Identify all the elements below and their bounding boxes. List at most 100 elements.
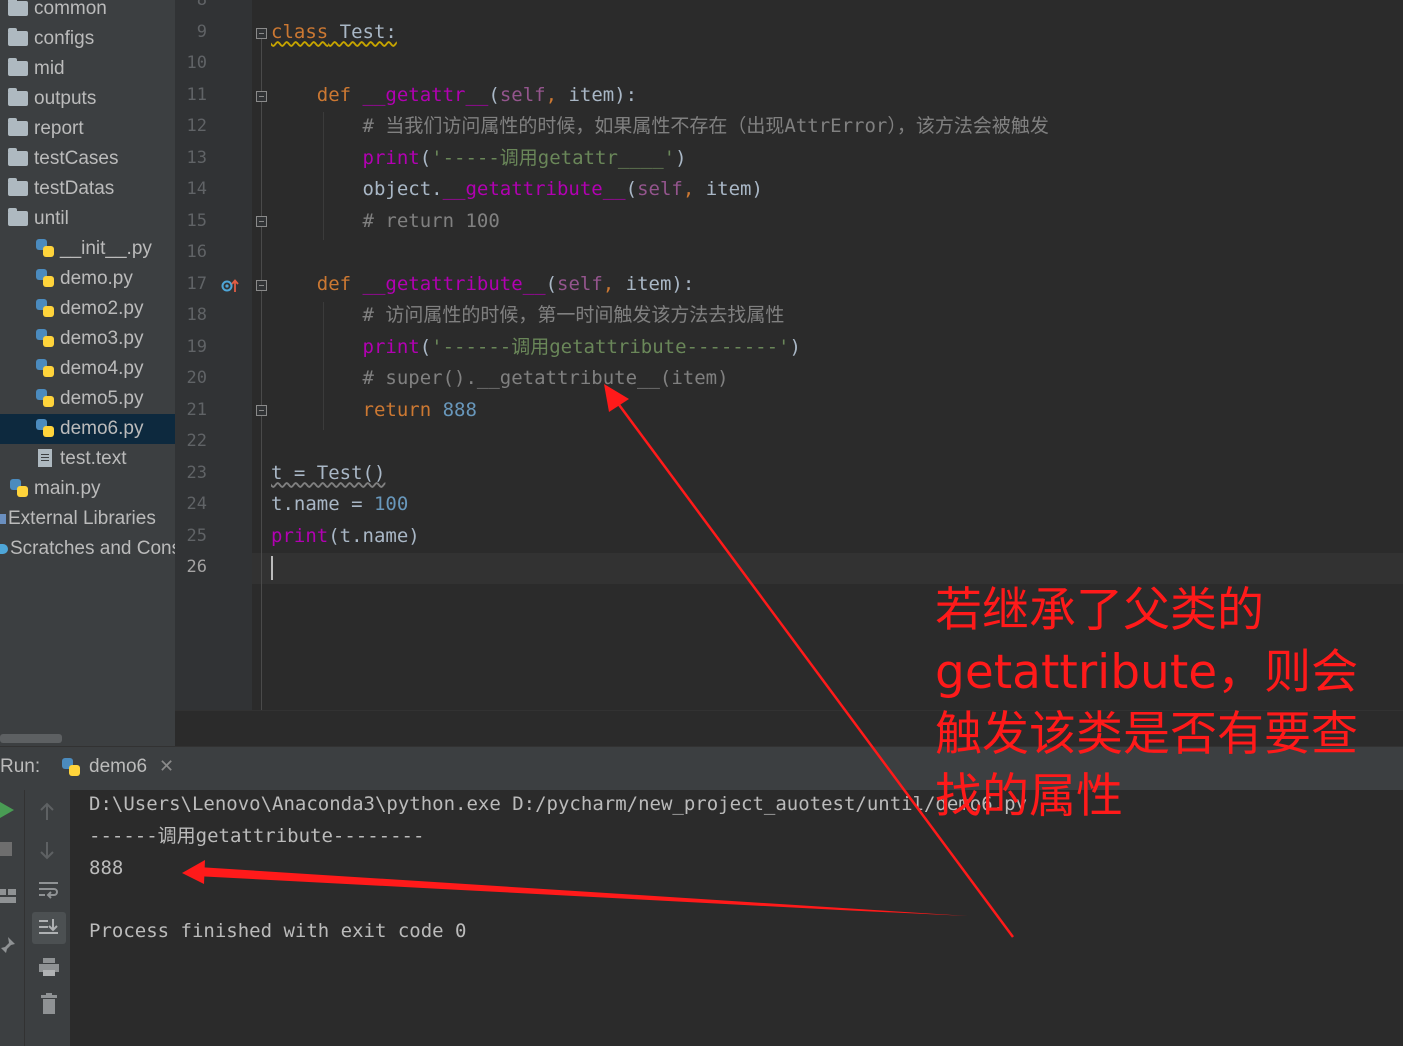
python-file-icon [36, 389, 54, 407]
rerun-icon[interactable] [0, 800, 16, 820]
folder-icon [8, 28, 28, 46]
tree-item-testcases[interactable]: testCases [8, 144, 118, 174]
tree-item-label: testDatas [34, 178, 115, 199]
soft-wrap-icon[interactable] [38, 880, 60, 900]
tree-item-common[interactable]: common [8, 0, 107, 24]
tree-item-init-py[interactable]: __init__.py [36, 234, 152, 264]
line-number: 11 [186, 84, 207, 105]
arrow-up-icon[interactable] [39, 802, 55, 822]
code-token: __getattribute__ [362, 272, 546, 295]
code-token: t.name = [271, 493, 374, 515]
line-number: 13 [186, 147, 207, 168]
code-token: (t.name) [328, 524, 420, 547]
line-number: 22 [186, 431, 207, 451]
code-token: def [316, 272, 363, 295]
tree-item-configs[interactable]: configs [8, 24, 94, 54]
folder-icon [8, 0, 28, 16]
code-token: ( [419, 146, 432, 169]
pin-icon[interactable] [0, 936, 16, 954]
project-tree: common configs mid outputs report testCases te… [0, 0, 175, 746]
tree-item-label: demo5.py [60, 388, 144, 409]
code-token: print [362, 335, 420, 358]
python-file-icon [10, 479, 28, 497]
line-number: 14 [186, 179, 207, 199]
tree-item-label: test.text [60, 448, 127, 469]
code-token: ) [675, 146, 687, 169]
python-file-icon [62, 758, 80, 776]
python-file-icon [36, 299, 54, 317]
tree-item-mid[interactable]: mid [8, 54, 65, 84]
tree-item-demo5-py[interactable]: demo5.py [36, 384, 143, 414]
run-tab-demo6[interactable]: demo6 ✕ [58, 748, 190, 788]
tree-item-report[interactable]: report [8, 114, 84, 144]
scroll-to-end-icon [39, 919, 58, 934]
tree-item-label: demo3.py [60, 328, 144, 349]
tree-item-label: __init__.py [60, 238, 152, 259]
tree-item-demo6-py[interactable]: demo6.py [0, 414, 175, 444]
line-number: 12 [186, 116, 207, 136]
tree-item-demo-py[interactable]: demo.py [36, 264, 133, 294]
python-file-icon [36, 329, 54, 347]
fold-marker-icon[interactable] [256, 91, 267, 102]
tree-item-label: until [34, 208, 69, 229]
close-icon[interactable]: ✕ [159, 756, 174, 777]
tree-item-demo3-py[interactable]: demo3.py [36, 324, 143, 354]
line-number: 26 [186, 557, 207, 577]
fold-marker-icon[interactable] [256, 216, 267, 227]
code-token: print [271, 524, 329, 547]
fold-marker-icon[interactable] [256, 405, 267, 416]
code-token: class [271, 20, 329, 43]
line-number: 15 [186, 210, 207, 231]
folder-icon [8, 88, 28, 106]
override-method-icon[interactable] [221, 278, 239, 294]
arrow-down-icon[interactable] [39, 840, 55, 860]
folder-icon [8, 118, 28, 136]
tree-item-outputs[interactable]: outputs [8, 84, 96, 114]
line-number: 9 [196, 21, 207, 42]
line-number: 24 [186, 494, 207, 514]
python-file-icon [36, 269, 54, 287]
tree-item-label: outputs [34, 88, 97, 109]
annotation-text: 若继承了父类的getattribute，则会触发该类是否有要查找的属性 [935, 583, 1359, 824]
code-token: ( [419, 335, 432, 358]
tree-item-until[interactable]: until [8, 204, 69, 234]
python-file-icon [36, 359, 54, 377]
console-line-output: ------调用getattribute-------- [89, 825, 425, 847]
tree-item-testdatas[interactable]: testDatas [8, 174, 114, 204]
tree-item-label: demo.py [60, 268, 133, 289]
code-token: Test: [328, 20, 397, 43]
run-label: Run: [0, 756, 41, 777]
tree-item-label: configs [34, 28, 95, 49]
layout-icon[interactable] [0, 888, 16, 904]
code-token: item): [625, 272, 695, 295]
fold-marker-icon[interactable] [256, 28, 267, 39]
text-file-icon [38, 449, 52, 467]
tree-item-test-text[interactable]: test.text [36, 444, 127, 474]
tree-item-main-py[interactable]: main.py [10, 474, 101, 504]
code-token: , [545, 83, 569, 106]
tree-item-demo2-py[interactable]: demo2.py [36, 294, 143, 324]
fold-guide [261, 30, 262, 710]
tree-item-label: demo2.py [60, 298, 144, 319]
code-token: '-----调用getattr____' [431, 146, 676, 169]
trash-icon[interactable] [40, 993, 58, 1015]
tree-item-scratches-and-cons[interactable]: Scratches and Cons [0, 534, 175, 564]
code-token: 888 [442, 398, 477, 421]
code-token: # super().__getattribute__(item) [271, 367, 729, 389]
line-number: 23 [186, 462, 207, 483]
run-toolbar-primary [0, 790, 24, 1046]
code-token: '------调用getattribute--------' [431, 335, 790, 358]
line-number: 25 [186, 525, 207, 546]
tree-item-label: mid [34, 58, 65, 79]
tree-item-demo4-py[interactable]: demo4.py [36, 354, 143, 384]
line-number: 19 [186, 336, 207, 357]
tree-item-external-libraries[interactable]: External Libraries [0, 504, 156, 534]
code-line: # super().__getattribute__(item) [271, 362, 729, 394]
stop-icon[interactable] [0, 842, 14, 856]
fold-marker-icon[interactable] [256, 280, 267, 291]
print-icon[interactable] [38, 957, 60, 977]
scroll-to-end-button[interactable] [32, 912, 66, 944]
sidebar-scrollbar[interactable] [0, 734, 62, 743]
code-line: print('------调用getattribute--------') [271, 331, 801, 363]
